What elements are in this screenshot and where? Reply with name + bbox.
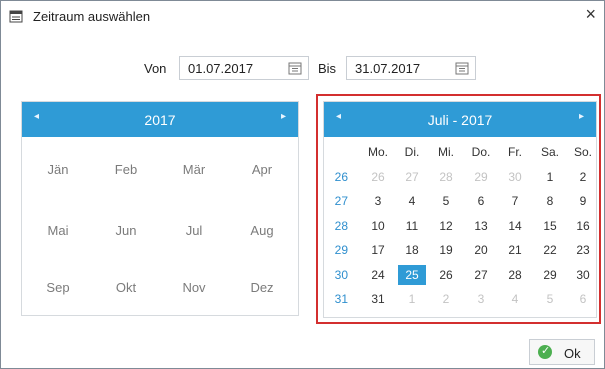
month-cell[interactable]: Apr [232,162,292,177]
ok-button-label: Ok [564,346,581,361]
year-month-picker: ◂ 2017 ▸ Jän Feb Mär Apr Mai Jun Jul Aug… [21,101,299,316]
to-label: Bis [318,61,337,76]
month-cell[interactable]: Nov [164,280,224,295]
checkmark-icon [538,344,552,359]
month-cell[interactable]: Jän [28,162,88,177]
dialog-title: Zeitraum auswählen [33,9,151,24]
highlight-frame [316,94,601,324]
next-year-arrow-icon[interactable]: ▸ [281,111,286,122]
calendar-icon[interactable] [455,62,469,75]
calendar-app-icon [9,10,23,23]
year-header: ◂ 2017 ▸ [22,102,298,137]
month-cell[interactable]: Jun [96,223,156,238]
to-date-value: 31.07.2017 [355,61,421,76]
month-cell[interactable]: Mai [28,223,88,238]
year-title[interactable]: 2017 [22,112,298,128]
from-date-value: 01.07.2017 [188,61,254,76]
month-cell[interactable]: Feb [96,162,156,177]
month-cell[interactable]: Sep [28,280,88,295]
title-bar: Zeitraum auswählen × [1,1,604,31]
ok-button[interactable]: Ok [529,339,595,365]
month-cell[interactable]: Dez [232,280,292,295]
close-icon[interactable]: × [585,4,596,25]
month-cell[interactable]: Mär [164,162,224,177]
from-label: Von [144,61,167,76]
month-cell[interactable]: Okt [96,280,156,295]
to-date-field[interactable]: 31.07.2017 [346,56,476,80]
calendar-icon[interactable] [288,62,302,75]
date-range-dialog: Zeitraum auswählen × Von 01.07.2017 Bis … [0,0,605,369]
month-cell[interactable]: Aug [232,223,292,238]
month-cell[interactable]: Jul [164,223,224,238]
from-date-field[interactable]: 01.07.2017 [179,56,309,80]
